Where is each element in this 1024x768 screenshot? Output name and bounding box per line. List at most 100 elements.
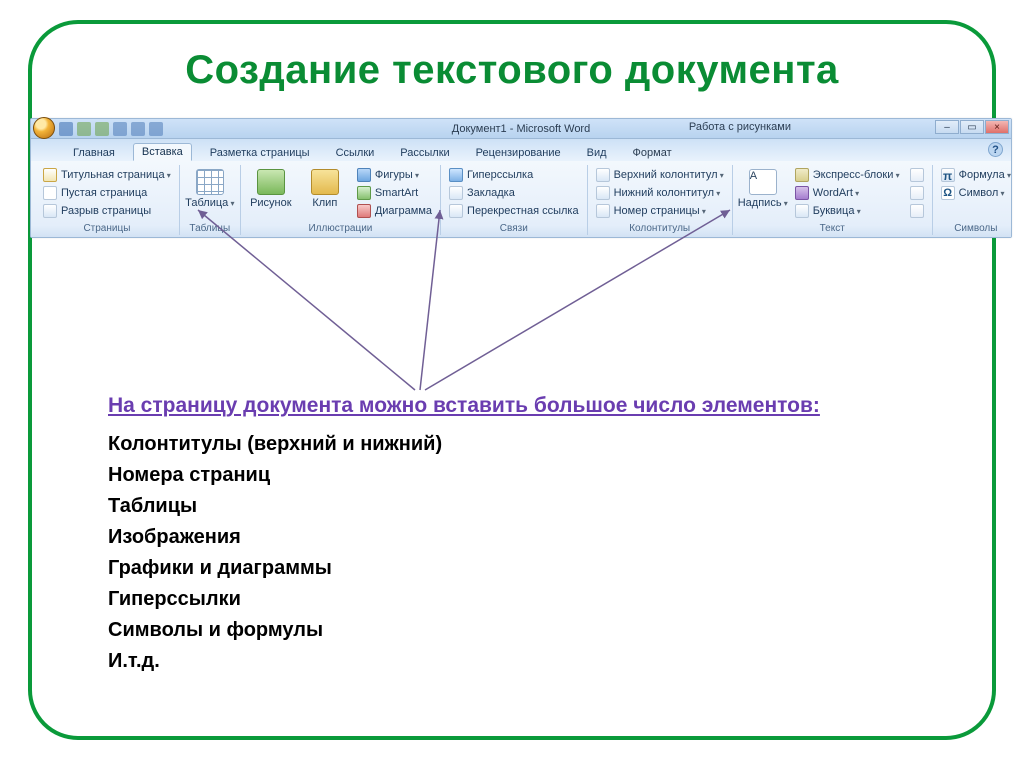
header-icon <box>596 168 610 182</box>
table-icon <box>196 169 224 195</box>
chart-label: Диаграмма <box>375 205 432 217</box>
group-text: A Надпись Экспресс-блоки WordArt Буквица <box>733 165 933 235</box>
cover-page-button[interactable]: Титульная страница <box>41 167 173 183</box>
list-item: Таблицы <box>108 491 944 522</box>
symbol-icon: Ω <box>941 186 955 200</box>
table-button[interactable]: Таблица <box>186 167 234 211</box>
header-label: Верхний колонтитул <box>614 169 724 181</box>
quick-parts-icon <box>795 168 809 182</box>
bookmark-label: Закладка <box>467 187 515 199</box>
group-headers: Верхний колонтитул Нижний колонтитул Ном… <box>588 165 733 235</box>
smartart-label: SmartArt <box>375 187 418 199</box>
textbox-button[interactable]: A Надпись <box>739 167 787 211</box>
undo-icon[interactable] <box>77 122 91 136</box>
group-links: Гиперссылка Закладка Перекрестная ссылка… <box>441 165 588 235</box>
symbol-label: Символ <box>959 187 1005 199</box>
tab-mailings[interactable]: Рассылки <box>392 145 457 161</box>
redo-icon[interactable] <box>95 122 109 136</box>
equation-button[interactable]: π Формула <box>939 167 1013 183</box>
ribbon-groups: Титульная страница Пустая страница Разры… <box>31 161 1011 237</box>
chart-button[interactable]: Диаграмма <box>355 203 434 219</box>
group-tables-label: Таблицы <box>186 221 234 234</box>
tab-insert[interactable]: Вставка <box>133 143 192 161</box>
tab-format[interactable]: Формат <box>625 145 680 161</box>
body-heading: На страницу документа можно вставить бол… <box>108 390 944 423</box>
list-item: Гиперссылки <box>108 584 944 615</box>
window-controls: – ▭ × <box>935 120 1009 134</box>
tab-review[interactable]: Рецензирование <box>468 145 569 161</box>
symbol-button[interactable]: Ω Символ <box>939 185 1013 201</box>
footer-icon <box>596 186 610 200</box>
page-number-button[interactable]: Номер страницы <box>594 203 726 219</box>
group-headers-label: Колонтитулы <box>594 221 726 234</box>
clip-button[interactable]: Клип <box>301 167 349 211</box>
hyperlink-icon <box>449 168 463 182</box>
hyperlink-button[interactable]: Гиперссылка <box>447 167 581 183</box>
group-tables: Таблица Таблицы <box>180 165 241 235</box>
textbox-icon: A <box>749 169 777 195</box>
page-number-label: Номер страницы <box>614 205 706 217</box>
chart-icon <box>357 204 371 218</box>
minimize-button[interactable]: – <box>935 120 959 134</box>
quick-access-toolbar <box>57 122 163 136</box>
dropcap-button[interactable]: Буквица <box>793 203 902 219</box>
page-break-icon <box>43 204 57 218</box>
group-symbols-label: Символы <box>939 221 1013 234</box>
quick-parts-button[interactable]: Экспресс-блоки <box>793 167 902 183</box>
word-ribbon: Документ1 - Microsoft Word Работа с рису… <box>30 118 1012 238</box>
group-pages-label: Страницы <box>41 221 173 234</box>
footer-button[interactable]: Нижний колонтитул <box>594 185 726 201</box>
table-button-label: Таблица <box>185 197 234 209</box>
datetime-icon <box>910 186 924 200</box>
maximize-button[interactable]: ▭ <box>960 120 984 134</box>
signature-button[interactable] <box>908 167 926 183</box>
object-icon <box>910 204 924 218</box>
title-bar: Документ1 - Microsoft Word Работа с рису… <box>31 119 1011 139</box>
qat-item-icon[interactable] <box>149 122 163 136</box>
group-pages: Титульная страница Пустая страница Разры… <box>35 165 180 235</box>
object-button[interactable] <box>908 203 926 219</box>
page-break-button[interactable]: Разрыв страницы <box>41 203 173 219</box>
picture-button[interactable]: Рисунок <box>247 167 295 211</box>
smartart-button[interactable]: SmartArt <box>355 185 434 201</box>
qat-item-icon[interactable] <box>131 122 145 136</box>
wordart-label: WordArt <box>813 187 859 199</box>
crossref-button[interactable]: Перекрестная ссылка <box>447 203 581 219</box>
blank-page-button[interactable]: Пустая страница <box>41 185 173 201</box>
quick-parts-label: Экспресс-блоки <box>813 169 900 181</box>
clip-label: Клип <box>312 197 337 209</box>
list-item: Символы и формулы <box>108 615 944 646</box>
blank-page-icon <box>43 186 57 200</box>
tab-layout[interactable]: Разметка страницы <box>202 145 318 161</box>
clip-icon <box>311 169 339 195</box>
crossref-icon <box>449 204 463 218</box>
office-button[interactable] <box>33 117 55 139</box>
ribbon-tabs: Главная Вставка Разметка страницы Ссылки… <box>31 139 1011 161</box>
group-illustrations-label: Иллюстрации <box>247 221 434 234</box>
cover-page-icon <box>43 168 57 182</box>
blank-page-label: Пустая страница <box>61 187 147 199</box>
contextual-tab-title: Работа с рисунками <box>689 121 791 133</box>
wordart-button[interactable]: WordArt <box>793 185 902 201</box>
tab-home[interactable]: Главная <box>65 145 123 161</box>
hyperlink-label: Гиперссылка <box>467 169 533 181</box>
tab-view[interactable]: Вид <box>579 145 615 161</box>
bookmark-button[interactable]: Закладка <box>447 185 581 201</box>
shapes-icon <box>357 168 371 182</box>
list-item: Колонтитулы (верхний и нижний) <box>108 429 944 460</box>
picture-label: Рисунок <box>250 197 292 209</box>
save-icon[interactable] <box>59 122 73 136</box>
close-button[interactable]: × <box>985 120 1009 134</box>
datetime-button[interactable] <box>908 185 926 201</box>
footer-label: Нижний колонтитул <box>614 187 721 199</box>
page-break-label: Разрыв страницы <box>61 205 151 217</box>
tab-references[interactable]: Ссылки <box>328 145 383 161</box>
help-button[interactable]: ? <box>988 142 1003 157</box>
textbox-label: Надпись <box>738 197 788 209</box>
list-item: Номера страниц <box>108 460 944 491</box>
shapes-button[interactable]: Фигуры <box>355 167 434 183</box>
bookmark-icon <box>449 186 463 200</box>
header-button[interactable]: Верхний колонтитул <box>594 167 726 183</box>
list-item: И.т.д. <box>108 646 944 677</box>
qat-item-icon[interactable] <box>113 122 127 136</box>
